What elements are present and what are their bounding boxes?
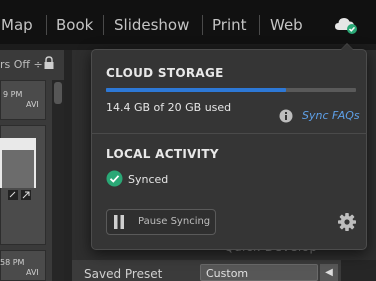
lock-icon[interactable] — [43, 56, 55, 70]
local-activity-heading: LOCAL ACTIVITY — [106, 147, 219, 161]
cloud-sync-icon[interactable] — [334, 15, 358, 35]
cloud-storage-heading: CLOUD STORAGE — [106, 66, 224, 80]
filter-dropdown[interactable]: rs Off ÷ — [0, 58, 43, 71]
info-icon[interactable] — [279, 109, 293, 123]
cell-type: AVI — [26, 100, 39, 109]
storage-progress-fill — [106, 88, 286, 92]
cell-date: 9 PM — [3, 90, 23, 99]
popover-divider — [91, 133, 367, 134]
module-separator — [202, 15, 203, 35]
module-separator — [259, 15, 260, 35]
scrollbar[interactable] — [52, 80, 64, 281]
pause-syncing-label: Pause Syncing — [138, 216, 211, 227]
gear-icon[interactable] — [338, 213, 356, 231]
pause-icon — [114, 215, 124, 229]
thumbnail-image — [2, 150, 34, 188]
storage-used-text: 14.4 GB of 20 GB used — [106, 101, 232, 114]
saved-preset-label: Saved Preset — [84, 267, 163, 281]
scrollbar-thumb[interactable] — [54, 82, 62, 104]
synced-check-icon — [106, 170, 123, 187]
module-map[interactable]: Map — [1, 16, 33, 34]
module-separator — [103, 15, 104, 35]
cell-date: 58 PM — [0, 258, 25, 267]
panel-divider — [64, 50, 72, 281]
saved-preset-value: Custom — [206, 267, 249, 280]
module-separator — [46, 15, 47, 35]
module-slideshow[interactable]: Slideshow — [114, 16, 189, 34]
preset-arrow-button[interactable]: ◀ — [320, 264, 338, 281]
cell-type: AVI — [26, 268, 39, 277]
module-book[interactable]: Book — [56, 16, 93, 34]
badge-icons — [8, 190, 31, 200]
sync-status-text: Synced — [128, 173, 169, 186]
module-web[interactable]: Web — [270, 16, 303, 34]
grid-cell[interactable] — [0, 80, 46, 120]
module-print[interactable]: Print — [212, 16, 247, 34]
sync-faqs-link[interactable]: Sync FAQs — [302, 109, 360, 122]
panel-edge — [341, 260, 376, 281]
popover-caret-fill — [341, 44, 353, 50]
storage-progress-bar — [106, 88, 356, 92]
